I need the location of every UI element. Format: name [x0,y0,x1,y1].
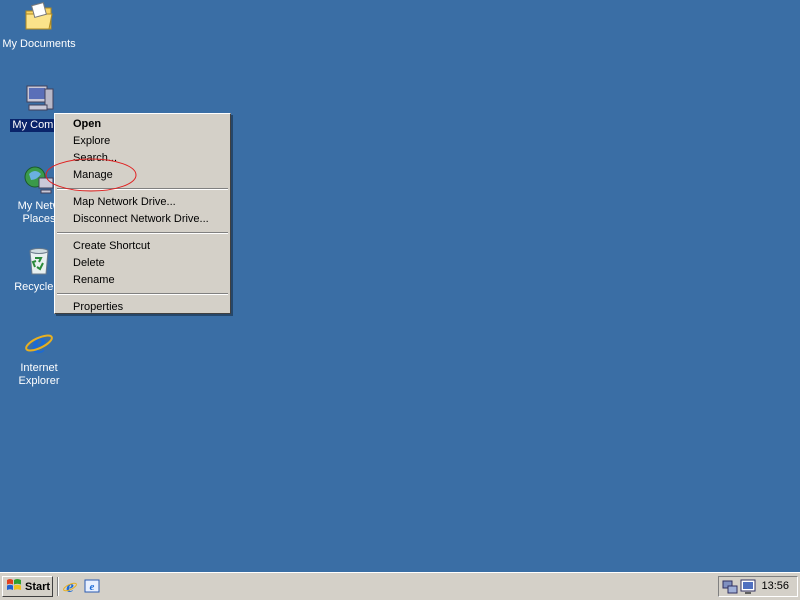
menu-item-explore[interactable]: Explore [55,133,230,150]
menu-separator [57,232,228,234]
internet-explorer-icon: e [62,577,78,597]
menu-item-open[interactable]: Open [55,116,230,133]
desktop-icon-label-line2: Places [22,213,56,225]
menu-item-map-network-drive[interactable]: Map Network Drive... [55,194,230,211]
menu-item-delete[interactable]: Delete [55,255,230,272]
annotation-ellipse [45,158,137,192]
desktop-icon-label-line2: Explorer [18,375,60,387]
menu-separator [57,293,228,295]
quick-launch-divider [57,577,59,596]
start-label: Start [25,580,51,593]
desktop-icon-label: Internet [20,362,58,374]
recycle-bin-icon [23,245,55,277]
computer-icon [23,83,55,115]
quick-launch-ie-button[interactable]: e [62,577,78,597]
quick-launch-outlook-button[interactable]: e [84,578,100,594]
taskbar: Start e e 13:56 [0,572,800,600]
windows-logo-icon [6,578,22,595]
context-menu: Open Explore Search... Manage Map Networ… [54,113,231,314]
desktop: My Documents My Compu My Netw Places Rec… [0,0,800,572]
clock[interactable]: 13:56 [761,580,789,592]
folder-documents-icon [23,2,55,34]
menu-item-properties[interactable]: Properties [55,299,230,316]
network-connection-icon[interactable] [722,579,738,595]
menu-item-rename[interactable]: Rename [55,272,230,289]
desktop-icon-label: My Documents [2,38,76,50]
menu-item-disconnect-network-drive[interactable]: Disconnect Network Drive... [55,211,230,228]
desktop-icon-my-documents[interactable]: My Documents [0,2,78,51]
internet-explorer-icon: e [23,324,55,360]
start-button[interactable]: Start [2,576,53,597]
menu-item-create-shortcut[interactable]: Create Shortcut [55,238,230,255]
system-tray: 13:56 [718,576,798,597]
svg-text:e: e [90,581,95,593]
svg-text:e: e [32,326,46,358]
display-icon[interactable] [740,579,756,595]
outlook-express-icon: e [84,579,100,597]
desktop-icon-internet-explorer[interactable]: e Internet Explorer [0,324,78,388]
